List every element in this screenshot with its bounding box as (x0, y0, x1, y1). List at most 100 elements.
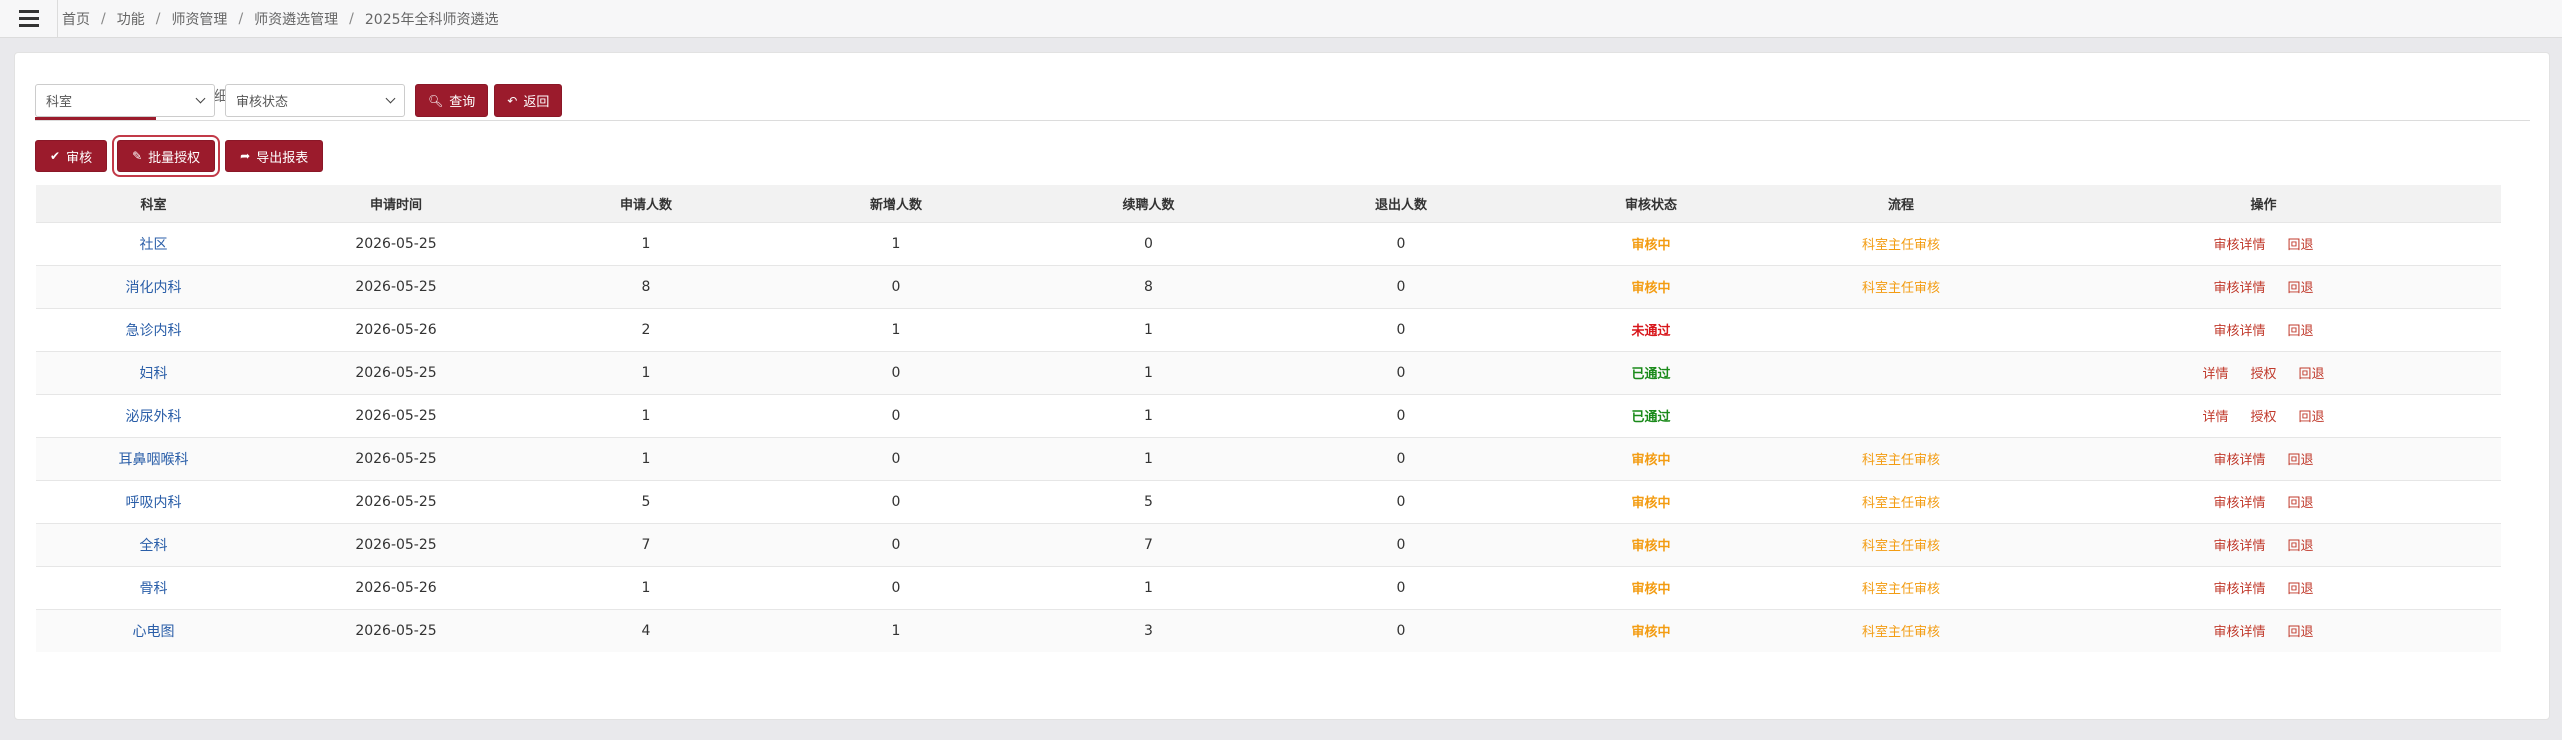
table-header-row: 科室 申请时间 申请人数 新增人数 续聘人数 退出人数 审核状态 流程 操作 (36, 185, 2501, 222)
apply-count-cell: 2 (641, 321, 651, 338)
added-count-cell: 0 (891, 493, 901, 510)
department-link[interactable]: 急诊内科 (126, 323, 182, 339)
renew-count-cell: 1 (1144, 364, 1153, 381)
renew-count-cell: 1 (1144, 450, 1153, 467)
review-button[interactable]: ✔ 审核 (35, 140, 108, 172)
apply-date-cell: 2026-05-26 (355, 579, 437, 596)
table-row: 心电图 2026-05-25 4 1 3 0 审核中 科室主任审核 审核详情 回退 (36, 608, 2501, 652)
flow-cell: 科室主任审核 (1861, 453, 1940, 468)
batch-auth-button[interactable]: ✎ 批量授权 (112, 135, 221, 177)
table-cell: 呼吸内科 (36, 479, 271, 523)
table-cell: 审核中 (1526, 565, 1776, 609)
operation-link[interactable]: 审核详情 (2213, 539, 2265, 554)
exit-count-cell: 0 (1396, 278, 1406, 295)
operation-link[interactable]: 详情 (2202, 410, 2228, 425)
department-link[interactable]: 社区 (140, 237, 168, 253)
renew-count-cell: 5 (1144, 493, 1153, 510)
operation-link[interactable]: 审核详情 (2213, 281, 2265, 296)
status-select-value: 审核状态 (236, 95, 289, 110)
operation-link[interactable]: 详情 (2202, 367, 2228, 382)
table-row: 耳鼻咽喉科 2026-05-25 1 0 1 0 审核中 科室主任审核 审核详情 回退 (36, 436, 2501, 480)
added-count-cell: 0 (891, 278, 901, 295)
breadcrumb-item[interactable]: 师资管理 (171, 9, 227, 29)
operation-link[interactable]: 回退 (2299, 410, 2325, 425)
chevron-down-icon (385, 93, 396, 104)
table-row: 社区 2026-05-25 1 1 0 0 审核中 科室主任审核 审核详情 回退 (36, 221, 2501, 265)
column-header: 申请人数 (521, 185, 771, 222)
operation-link[interactable]: 审核详情 (2213, 324, 2265, 339)
operation-link[interactable]: 回退 (2288, 539, 2314, 554)
check-icon: ✔ (50, 149, 61, 163)
export-button-label: 导出报表 (256, 150, 309, 166)
export-button[interactable]: ➦ 导出报表 (225, 140, 324, 172)
department-link[interactable]: 呼吸内科 (126, 495, 182, 511)
operation-link[interactable]: 回退 (2288, 281, 2314, 296)
status-badge: 审核中 (1631, 238, 1671, 253)
department-link[interactable]: 泌尿外科 (126, 409, 182, 425)
breadcrumb-item[interactable]: 功能 (117, 9, 145, 29)
exit-count-cell: 0 (1396, 364, 1406, 381)
back-button[interactable]: ↶ 返回 (494, 84, 563, 117)
table-cell: 8 (1021, 264, 1276, 308)
table-cell: 1 (521, 436, 771, 480)
added-count-cell: 1 (891, 321, 901, 338)
table-cell: 泌尿外科 (36, 393, 271, 437)
department-link[interactable]: 骨科 (140, 581, 168, 597)
breadcrumb-item[interactable]: 师资遴选管理 (254, 9, 338, 29)
table-cell: 5 (521, 479, 771, 523)
operation-link[interactable]: 审核详情 (2213, 238, 2265, 253)
department-link[interactable]: 耳鼻咽喉科 (119, 452, 189, 468)
table-cell: 0 (771, 350, 1021, 394)
operation-link[interactable]: 回退 (2288, 453, 2314, 468)
action-bar: ✔ 审核 ✎ 批量授权 ➦ 导出报表 (35, 135, 333, 177)
breadcrumb-item[interactable]: 首页 (62, 9, 90, 29)
operation-link[interactable]: 审核详情 (2213, 582, 2265, 597)
table-cell: 1 (521, 221, 771, 265)
query-button[interactable]: 🔍︎ 查询 (415, 84, 489, 117)
table-cell: 7 (1021, 522, 1276, 566)
table-cell: 1 (1021, 436, 1276, 480)
table-cell: 科室主任审核 (1776, 608, 2026, 652)
operation-link[interactable]: 回退 (2299, 367, 2325, 382)
apply-date-cell: 2026-05-25 (355, 536, 437, 553)
table-cell: 审核中 (1526, 608, 1776, 652)
department-link[interactable]: 消化内科 (126, 280, 182, 296)
operation-link[interactable]: 回退 (2288, 625, 2314, 640)
filter-bar: 科室 审核状态 🔍︎ 查询 ↶ 返回 (35, 84, 568, 117)
status-select[interactable]: 审核状态 (225, 84, 405, 117)
apply-count-cell: 1 (641, 235, 651, 252)
breadcrumb-current: 2025年全科师资遴选 (364, 11, 499, 28)
table-cell: 2026-05-25 (271, 350, 521, 394)
operations-cell: 审核详情 回退 (2026, 479, 2501, 523)
added-count-cell: 0 (891, 536, 901, 553)
operation-link[interactable]: 审核详情 (2213, 625, 2265, 640)
operation-link[interactable]: 回退 (2288, 496, 2314, 511)
operation-link[interactable]: 授权 (2250, 367, 2276, 382)
table-cell: 0 (1276, 565, 1526, 609)
apply-count-cell: 7 (641, 536, 651, 553)
table-cell: 0 (1276, 393, 1526, 437)
operation-link[interactable]: 审核详情 (2213, 496, 2265, 511)
hamburger-icon[interactable] (0, 0, 58, 38)
table-cell: 科室主任审核 (1776, 221, 2026, 265)
breadcrumb-separator: / (349, 10, 354, 27)
operation-link[interactable]: 回退 (2288, 582, 2314, 597)
column-header: 科室 (36, 185, 271, 222)
department-link[interactable]: 全科 (140, 538, 168, 554)
operation-link[interactable]: 审核详情 (2213, 453, 2265, 468)
status-badge: 已通过 (1631, 410, 1671, 425)
exit-count-cell: 0 (1396, 493, 1406, 510)
apply-date-cell: 2026-05-25 (355, 278, 437, 295)
operation-link[interactable]: 授权 (2250, 410, 2276, 425)
added-count-cell: 1 (891, 622, 901, 639)
department-select[interactable]: 科室 (35, 84, 215, 117)
operation-link[interactable]: 回退 (2288, 238, 2314, 253)
exit-count-cell: 0 (1396, 536, 1406, 553)
table-cell: 0 (1276, 479, 1526, 523)
department-link[interactable]: 心电图 (133, 624, 175, 640)
department-link[interactable]: 妇科 (140, 366, 168, 382)
apply-date-cell: 2026-05-25 (355, 235, 437, 252)
table-row: 全科 2026-05-25 7 0 7 0 审核中 科室主任审核 审核详情 回退 (36, 522, 2501, 566)
operation-link[interactable]: 回退 (2288, 324, 2314, 339)
table-cell: 0 (1276, 350, 1526, 394)
